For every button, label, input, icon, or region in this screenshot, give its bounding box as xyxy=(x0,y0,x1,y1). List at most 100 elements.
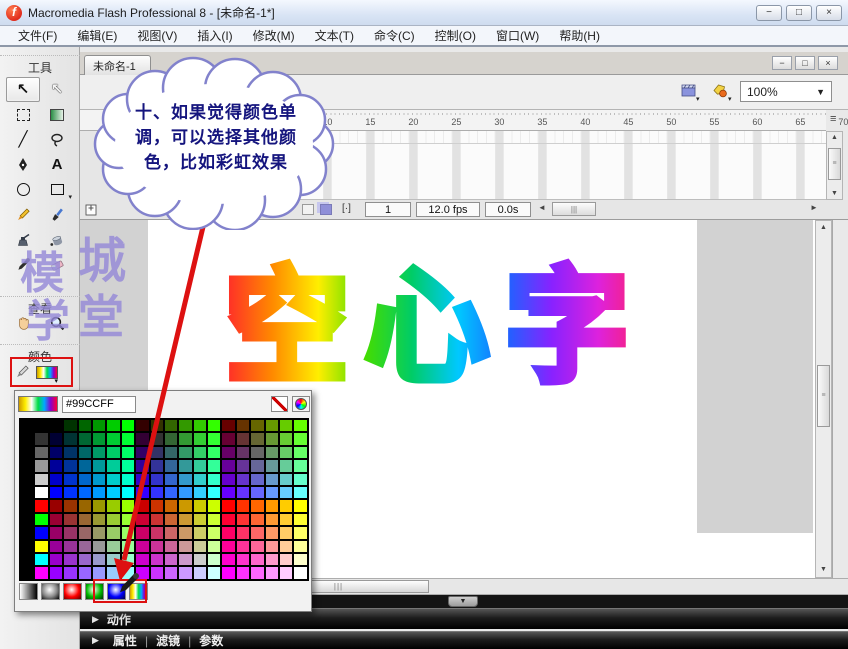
palette-cell[interactable] xyxy=(235,512,251,527)
palette-cell[interactable] xyxy=(77,539,92,553)
menu-item[interactable]: 帮助(H) xyxy=(549,25,610,46)
radial-red-swatch[interactable] xyxy=(63,583,82,600)
palette-cell[interactable] xyxy=(207,552,222,567)
palette-cell[interactable] xyxy=(48,566,64,580)
palette-cell[interactable] xyxy=(120,432,136,446)
palette-cell[interactable] xyxy=(34,552,49,567)
center-frame-icon[interactable]: [·] xyxy=(342,203,351,214)
palette-cell[interactable] xyxy=(221,499,236,513)
palette-cell[interactable] xyxy=(135,472,150,486)
palette-cell[interactable] xyxy=(34,419,49,433)
palette-cell[interactable] xyxy=(192,539,208,553)
palette-cell[interactable] xyxy=(48,432,64,446)
collapse-panel-button[interactable]: ▼ xyxy=(448,596,478,607)
palette-cell[interactable] xyxy=(163,459,179,473)
brush-tool[interactable] xyxy=(40,202,74,227)
palette-cell[interactable] xyxy=(250,499,265,513)
palette-cell[interactable] xyxy=(120,499,136,513)
palette-cell[interactable] xyxy=(34,526,49,540)
line-tool[interactable]: ╱ xyxy=(6,127,40,152)
palette-cell[interactable] xyxy=(221,485,236,500)
palette-cell[interactable] xyxy=(48,472,64,486)
menu-item[interactable]: 视图(V) xyxy=(127,25,187,46)
palette-cell[interactable] xyxy=(250,485,265,500)
palette-cell[interactable] xyxy=(235,419,251,433)
palette-cell[interactable] xyxy=(163,485,179,500)
timeline-hscrollbar-thumb[interactable]: ||| xyxy=(552,202,596,216)
properties-panel-header[interactable]: ▶ 属性 | 滤镜 | 参数 xyxy=(80,631,848,649)
panel-tab-3[interactable]: 参数 xyxy=(193,634,229,648)
palette-cell[interactable] xyxy=(91,445,107,460)
palette-cell[interactable] xyxy=(34,472,49,486)
palette-cell[interactable] xyxy=(149,566,164,580)
palette-cell[interactable] xyxy=(178,512,193,527)
palette-cell[interactable] xyxy=(135,499,150,513)
palette-cell[interactable] xyxy=(207,432,222,446)
palette-cell[interactable] xyxy=(279,472,294,486)
palette-cell[interactable] xyxy=(149,485,164,500)
palette-cell[interactable] xyxy=(135,419,150,433)
selection-tool[interactable]: ↖ xyxy=(6,77,40,102)
palette-cell[interactable] xyxy=(106,526,121,540)
palette-cell[interactable] xyxy=(221,432,236,446)
doc-close-button[interactable]: × xyxy=(818,56,838,70)
palette-cell[interactable] xyxy=(34,512,49,527)
palette-cell[interactable] xyxy=(250,472,265,486)
palette-cell[interactable] xyxy=(235,526,251,540)
palette-cell[interactable] xyxy=(135,445,150,460)
palette-cell[interactable] xyxy=(91,539,107,553)
menu-item[interactable]: 修改(M) xyxy=(243,25,305,46)
palette-cell[interactable] xyxy=(48,512,64,527)
palette-cell[interactable] xyxy=(106,485,121,500)
palette-cell[interactable] xyxy=(264,526,280,540)
palette-cell[interactable] xyxy=(77,552,92,567)
palette-cell[interactable] xyxy=(91,485,107,500)
stage-horizontal-scrollbar[interactable]: ||| ► xyxy=(243,578,848,595)
palette-cell[interactable] xyxy=(250,552,265,567)
palette-cell[interactable] xyxy=(279,459,294,473)
scroll-down-icon[interactable]: ▼ xyxy=(816,566,831,573)
palette-cell[interactable] xyxy=(293,566,308,580)
palette-cell[interactable] xyxy=(279,526,294,540)
palette-cell[interactable] xyxy=(178,432,193,446)
hand-tool[interactable] xyxy=(6,309,40,337)
menu-item[interactable]: 窗口(W) xyxy=(486,25,549,46)
palette-cell[interactable] xyxy=(34,432,49,446)
palette-cell[interactable] xyxy=(293,539,308,553)
palette-cell[interactable] xyxy=(120,459,136,473)
palette-cell[interactable] xyxy=(20,499,35,513)
palette-cell[interactable] xyxy=(221,419,236,433)
palette-cell[interactable] xyxy=(20,432,35,446)
palette-cell[interactable] xyxy=(279,499,294,513)
paint-bucket-tool[interactable] xyxy=(40,227,74,252)
palette-cell[interactable] xyxy=(221,566,236,580)
palette-cell[interactable] xyxy=(106,432,121,446)
palette-cell[interactable] xyxy=(135,459,150,473)
palette-cell[interactable] xyxy=(207,512,222,527)
menu-item[interactable]: 命令(C) xyxy=(364,25,425,46)
palette-cell[interactable] xyxy=(192,552,208,567)
palette-cell[interactable] xyxy=(91,472,107,486)
palette-cell[interactable] xyxy=(207,445,222,460)
palette-cell[interactable] xyxy=(63,472,78,486)
palette-cell[interactable] xyxy=(178,485,193,500)
palette-cell[interactable] xyxy=(250,512,265,527)
palette-cell[interactable] xyxy=(77,419,92,433)
palette-cell[interactable] xyxy=(235,566,251,580)
panel-tab-1[interactable]: 属性 xyxy=(107,634,143,648)
palette-cell[interactable] xyxy=(207,526,222,540)
scrollbar-thumb[interactable]: ≡ xyxy=(828,148,841,180)
palette-cell[interactable] xyxy=(48,499,64,513)
oval-tool[interactable] xyxy=(6,177,40,202)
palette-cell[interactable] xyxy=(235,445,251,460)
palette-cell[interactable] xyxy=(250,526,265,540)
palette-cell[interactable] xyxy=(149,539,164,553)
minimize-button[interactable]: − xyxy=(756,4,782,21)
menu-item[interactable]: 插入(I) xyxy=(187,25,242,46)
palette-cell[interactable] xyxy=(192,485,208,500)
palette-cell[interactable] xyxy=(20,512,35,527)
palette-cell[interactable] xyxy=(120,552,136,567)
panel-tab-2[interactable]: 滤镜 xyxy=(150,634,186,648)
palette-cell[interactable] xyxy=(207,566,222,580)
palette-cell[interactable] xyxy=(20,419,35,433)
